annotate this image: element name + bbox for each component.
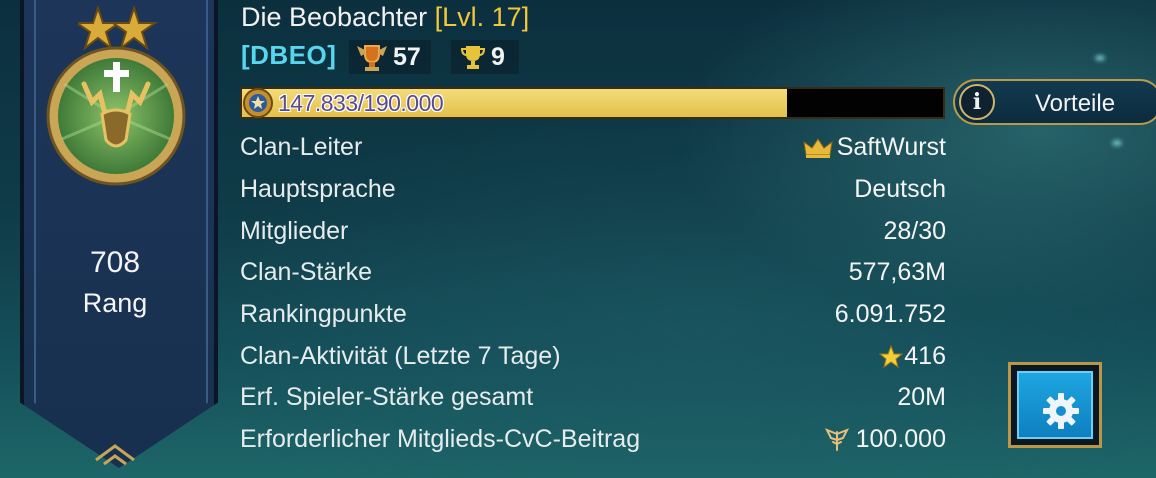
info-row-value: 100.000 <box>855 425 946 453</box>
star-icon <box>879 344 904 368</box>
info-row-value: 28/30 <box>883 217 946 245</box>
info-row-value: 577,63M <box>848 258 946 286</box>
info-row-value: 20M <box>897 383 946 411</box>
info-row-label: Erforderlicher Mitglieds-CvC-Beitrag <box>240 425 641 453</box>
info-row-value-wrap: SaftWurst <box>803 133 946 162</box>
info-row-label: Erf. Spieler-Stärke gesamt <box>240 383 534 411</box>
rank-label: Rang <box>82 288 148 318</box>
crown-icon <box>803 137 833 158</box>
info-row-label: Clan-Leiter <box>240 133 363 161</box>
info-row-value: 6.091.752 <box>834 300 946 328</box>
info-row-value: Deutsch <box>854 175 946 203</box>
info-icon: i <box>959 84 995 120</box>
benefits-button[interactable]: i Vorteile <box>953 79 1156 125</box>
info-row-label: Clan-Stärke <box>240 258 372 286</box>
background-sparkle <box>1112 140 1122 146</box>
info-row-label: Mitglieder <box>240 217 349 245</box>
clan-xp-progress-bar: 147.833/190.000 <box>240 87 945 119</box>
info-row-members: Mitglieder 28/30 <box>240 217 946 251</box>
clan-title: Die Beobachter [Lvl. 17] <box>241 2 529 33</box>
trophy-count: 9 <box>491 42 505 71</box>
banner-ornament-icon <box>95 444 135 466</box>
benefits-button-label: Vorteile <box>1035 90 1116 117</box>
settings-button-face <box>1017 371 1093 439</box>
info-row-value-wrap: 416 <box>879 342 946 371</box>
info-row-main-language: Hauptsprache Deutsch <box>240 175 946 209</box>
winged-trophy-icon <box>357 45 387 71</box>
info-row-value-wrap: 100.000 <box>824 425 946 454</box>
info-row-label: Rankingpunkte <box>240 300 407 328</box>
info-row-clan-leader: Clan-Leiter SaftWurst <box>240 133 946 167</box>
clan-level: [Lvl. 17] <box>434 2 530 32</box>
info-row-value: 416 <box>904 342 946 370</box>
clan-trophy-badge: 57 <box>349 40 431 74</box>
winged-emblem-icon <box>824 427 849 451</box>
info-row-label: Clan-Aktivität (Letzte 7 Tage) <box>240 342 561 370</box>
info-row-clan-power: Clan-Stärke 577,63M <box>240 258 946 292</box>
info-row-required-player-power: Erf. Spieler-Stärke gesamt 20M <box>240 383 946 417</box>
rank-value: 708 <box>89 246 141 279</box>
background-sparkle <box>1095 55 1105 61</box>
info-row-clan-activity: Clan-Aktivität (Letzte 7 Tage) 416 <box>240 342 946 376</box>
gear-icon <box>1043 393 1079 429</box>
trophy-badge: 9 <box>451 40 519 74</box>
settings-button[interactable] <box>1008 362 1102 448</box>
clan-xp-text: 147.833/190.000 <box>278 90 444 116</box>
clan-tag: [DBEO] <box>241 40 337 70</box>
clan-name: Die Beobachter <box>241 2 428 32</box>
info-row-ranking-points: Rankingpunkte 6.091.752 <box>240 300 946 334</box>
info-row-label: Hauptsprache <box>240 175 396 203</box>
clan-trophy-count: 57 <box>393 42 421 71</box>
clan-emblem-stag-icon <box>46 46 186 186</box>
gold-trophy-icon <box>460 46 486 69</box>
info-row-value: SaftWurst <box>836 133 946 161</box>
info-row-required-cvc-contribution: Erforderlicher Mitglieds-CvC-Beitrag 100… <box>240 425 946 459</box>
clan-level-medal-icon <box>243 88 273 118</box>
